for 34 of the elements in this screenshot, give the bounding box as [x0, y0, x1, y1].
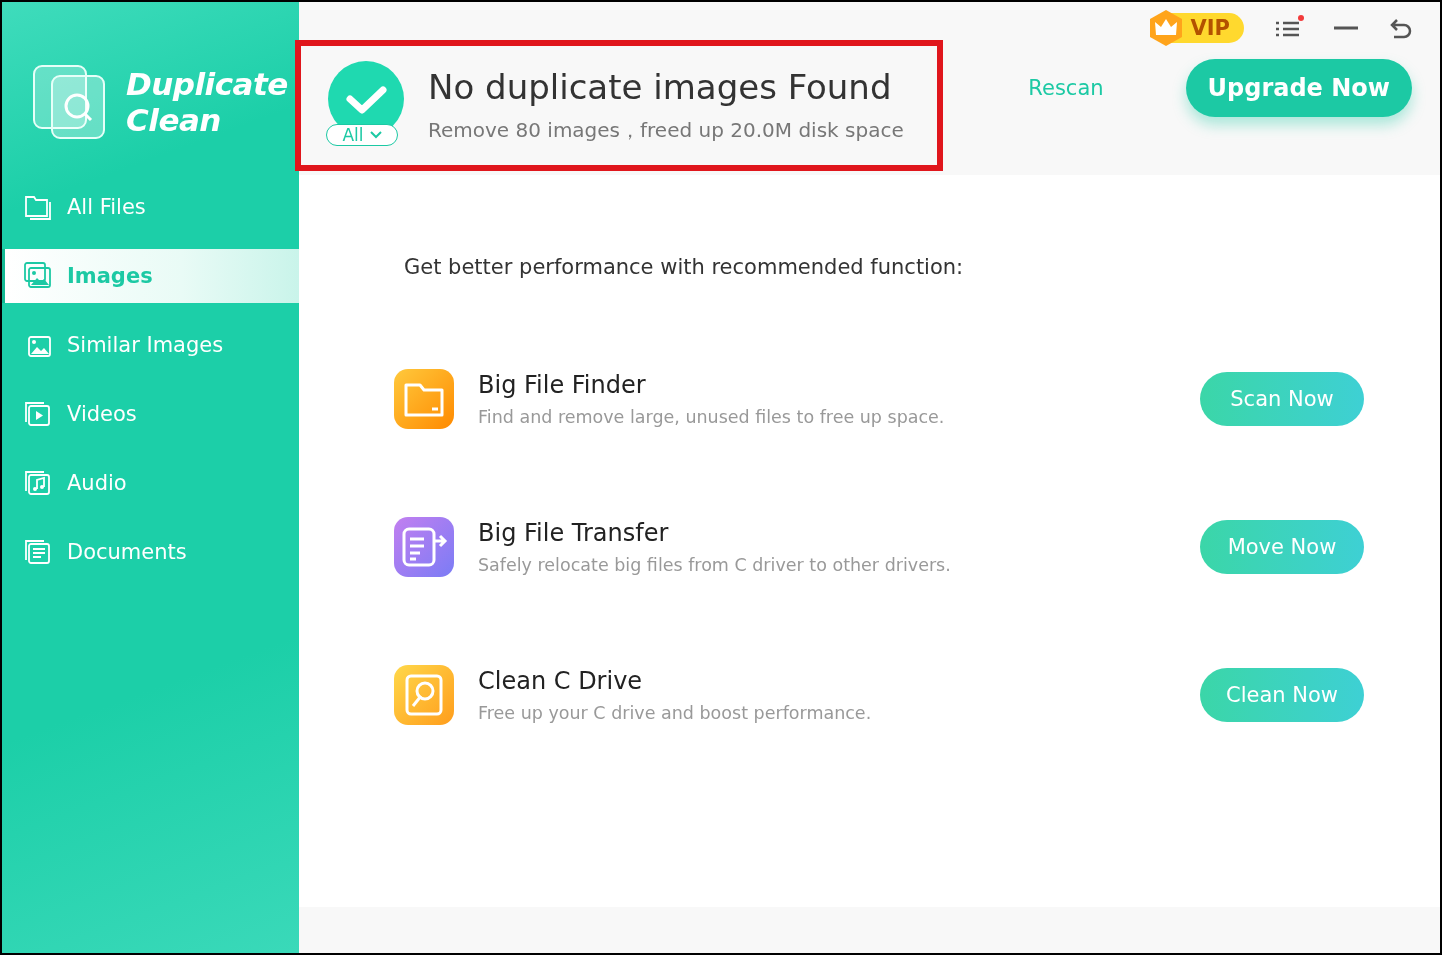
- magnifier-document-icon: [32, 64, 106, 140]
- sidebar-item[interactable]: Similar Images: [2, 318, 299, 372]
- minimize-icon[interactable]: [1334, 26, 1358, 30]
- action-button[interactable]: Move Now: [1200, 520, 1364, 574]
- action-button[interactable]: Scan Now: [1200, 372, 1364, 426]
- hard-drive-icon: [394, 665, 454, 725]
- feature-title: Big File Transfer: [478, 519, 670, 547]
- folder-icon: [394, 369, 454, 429]
- sidebar-item[interactable]: Images: [2, 249, 299, 303]
- feature-description: Find and remove large, unused files to free up space.: [478, 407, 946, 427]
- feature-description: Safely relocate big files from C driver to other drivers.: [478, 555, 952, 575]
- action-button[interactable]: Clean Now: [1200, 668, 1364, 722]
- feature-description: Free up your C drive and boost performance.: [478, 703, 873, 723]
- app-name: Duplicate: [126, 66, 288, 102]
- rescan-link[interactable]: Rescan: [1022, 75, 1110, 101]
- sidebar-item[interactable]: Documents: [2, 525, 299, 579]
- chevron-down-icon: [369, 130, 382, 139]
- sidebar-item[interactable]: Audio: [2, 456, 299, 510]
- filter-dropdown[interactable]: All: [326, 123, 398, 146]
- status-subtitle: Remove 80 images，freed up 20.0M disk space: [428, 117, 904, 144]
- app-name: Clean: [126, 102, 222, 138]
- sidebar-item[interactable]: Videos: [2, 387, 299, 441]
- back-arrow-icon[interactable]: [1388, 16, 1412, 40]
- status-title: No duplicate images Found: [428, 67, 893, 107]
- feature-title: Big File Finder: [478, 371, 647, 399]
- feature-title: Clean C Drive: [478, 667, 644, 695]
- document-icon: [23, 537, 53, 567]
- section-heading: Get better performance with recommended function:: [404, 255, 965, 279]
- vip-badge[interactable]: VIP: [1150, 13, 1244, 43]
- sidebar-item[interactable]: All Files: [2, 180, 299, 234]
- music-note-icon: [23, 468, 53, 498]
- video-icon: [23, 399, 53, 429]
- image-icon: [23, 261, 53, 291]
- upgrade-button[interactable]: Upgrade Now: [1185, 59, 1412, 117]
